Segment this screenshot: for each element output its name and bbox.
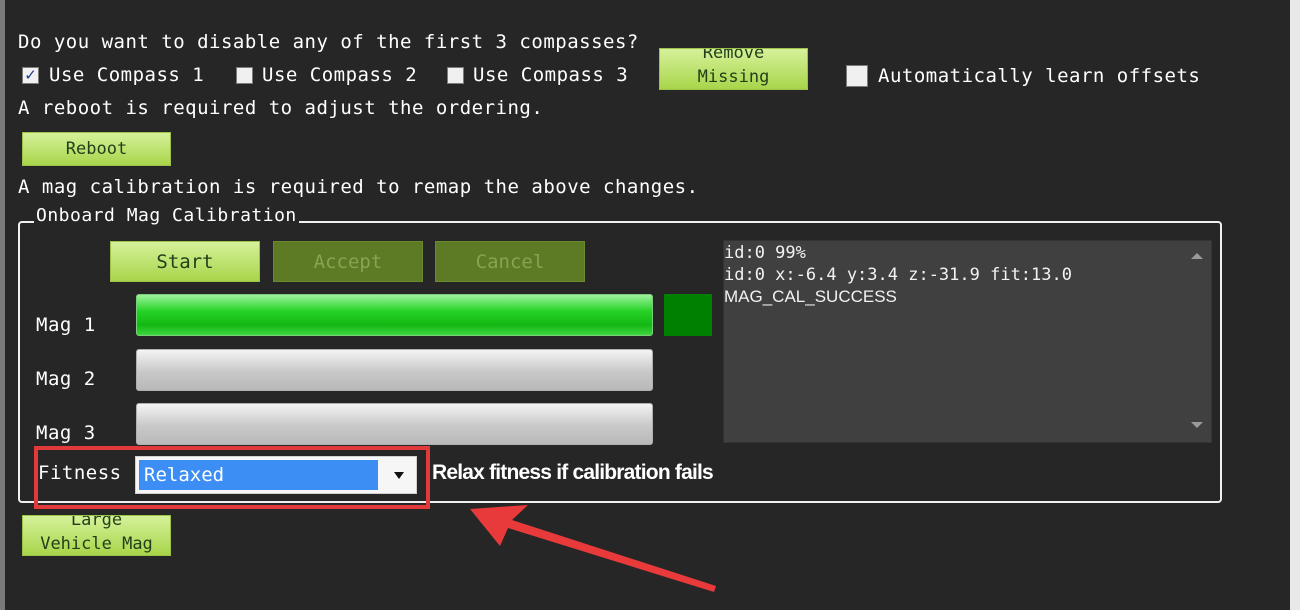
arrow-shape <box>470 505 716 592</box>
annotation-arrow-icon <box>470 505 716 592</box>
